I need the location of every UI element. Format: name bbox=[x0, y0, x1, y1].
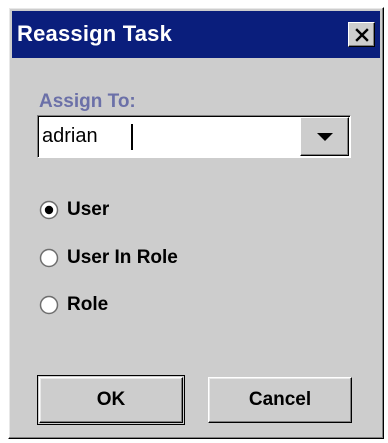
radio-user-label: User bbox=[67, 199, 110, 220]
radio-user-in-role-label: User In Role bbox=[67, 247, 178, 268]
text-caret bbox=[131, 124, 133, 150]
close-button[interactable] bbox=[348, 22, 375, 47]
reassign-task-dialog: Reassign Task Assign To: User User In Ro… bbox=[8, 7, 384, 439]
radio-unselected-icon[interactable] bbox=[39, 295, 59, 315]
title-bar[interactable]: Reassign Task bbox=[12, 11, 380, 58]
cancel-button[interactable]: Cancel bbox=[208, 377, 352, 423]
chevron-down-icon bbox=[316, 132, 333, 141]
assign-to-dropdown-button[interactable] bbox=[300, 117, 349, 156]
assign-to-label: Assign To: bbox=[39, 91, 136, 112]
radio-role-label: Role bbox=[67, 294, 109, 315]
close-icon bbox=[354, 27, 369, 42]
radio-role[interactable]: Role bbox=[39, 291, 108, 319]
radio-user[interactable]: User bbox=[39, 196, 109, 224]
assign-to-input[interactable] bbox=[40, 118, 298, 155]
radio-unselected-icon[interactable] bbox=[39, 248, 59, 268]
assign-to-combobox[interactable] bbox=[37, 115, 351, 158]
dialog-title: Reassign Task bbox=[17, 21, 173, 46]
radio-user-in-role[interactable]: User In Role bbox=[39, 244, 178, 272]
ok-button[interactable]: OK bbox=[39, 377, 183, 423]
radio-selected-icon[interactable] bbox=[39, 200, 59, 220]
